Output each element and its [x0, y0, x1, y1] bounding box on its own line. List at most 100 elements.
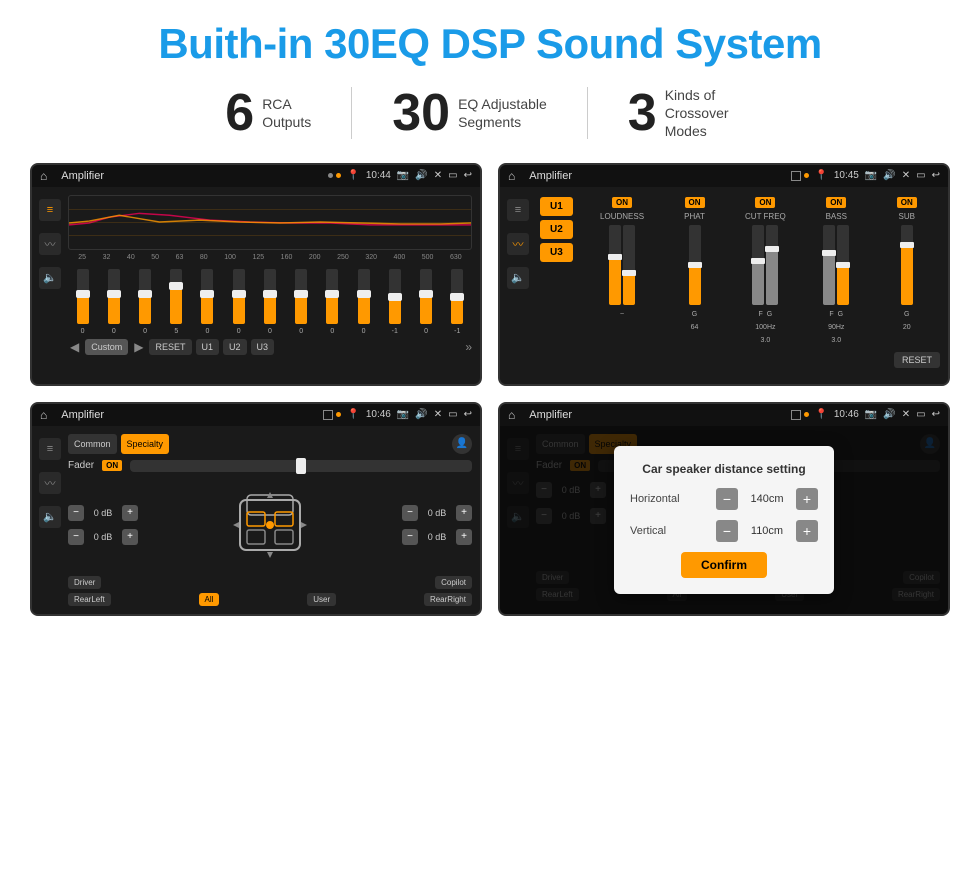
slider-handle-13[interactable] [450, 293, 464, 301]
eq-custom-btn[interactable]: Custom [85, 339, 128, 355]
speaker-icon[interactable]: 🔈 [39, 267, 61, 289]
bass-slider2[interactable] [837, 225, 849, 305]
eq-icon[interactable]: ≡ [39, 199, 61, 221]
slider-handle-12[interactable] [419, 290, 433, 298]
fader-handle[interactable] [296, 458, 306, 474]
loudness-handle1[interactable] [608, 254, 622, 260]
slider-handle-11[interactable] [388, 293, 402, 301]
eq-prev-arrow[interactable]: ◀ [68, 340, 81, 354]
all-btn[interactable]: All [199, 593, 220, 606]
horizontal-minus-btn[interactable]: − [716, 488, 738, 510]
bass-handle2[interactable] [836, 262, 850, 268]
crossover-reset-btn[interactable]: RESET [894, 352, 940, 368]
rearleft-btn[interactable]: RearLeft [68, 593, 111, 606]
slider-track-12[interactable] [420, 269, 432, 324]
cutfreq-slider1[interactable] [752, 225, 764, 305]
slider-val-11: -1 [392, 328, 398, 335]
phat-slider[interactable] [689, 225, 701, 305]
vol-fr-minus[interactable]: − [402, 505, 418, 521]
eq-reset-btn[interactable]: RESET [149, 339, 191, 355]
slider-track-7[interactable] [264, 269, 276, 324]
sub-slider[interactable] [901, 225, 913, 305]
slider-handle-6[interactable] [232, 290, 246, 298]
sub-handle[interactable] [900, 242, 914, 248]
freq-80: 80 [200, 254, 208, 261]
wave-icon-3[interactable]: 〰 [39, 472, 61, 494]
wave-icon[interactable]: 〰 [39, 233, 61, 255]
fader-slider[interactable] [130, 460, 472, 472]
loudness-handle2[interactable] [622, 270, 636, 276]
stat-number-rca: 6 [225, 87, 254, 139]
vertical-plus-btn[interactable]: + [796, 520, 818, 542]
cutfreq-slider2[interactable] [766, 225, 778, 305]
slider-handle-9[interactable] [325, 290, 339, 298]
vol-fl-plus[interactable]: + [122, 505, 138, 521]
slider-handle-3[interactable] [138, 290, 152, 298]
slider-track-3[interactable] [139, 269, 151, 324]
speaker-icon-3[interactable]: 🔈 [39, 506, 61, 528]
slider-handle-10[interactable] [357, 290, 371, 298]
vol-fl-minus[interactable]: − [68, 505, 84, 521]
eq-u1-btn[interactable]: U1 [196, 339, 220, 355]
confirm-button[interactable]: Confirm [681, 552, 767, 578]
minimize-icon: ▭ [448, 170, 457, 181]
vol-fr-plus[interactable]: + [456, 505, 472, 521]
eq-icon-2[interactable]: ≡ [507, 199, 529, 221]
eq-play-btn[interactable]: ▶ [132, 340, 145, 354]
eq-u2-btn[interactable]: U2 [223, 339, 247, 355]
slider-track-2[interactable] [108, 269, 120, 324]
slider-track-9[interactable] [326, 269, 338, 324]
slider-track-5[interactable] [201, 269, 213, 324]
phat-handle[interactable] [688, 262, 702, 268]
vol-rr-plus[interactable]: + [456, 529, 472, 545]
driver-btn[interactable]: Driver [68, 576, 101, 589]
slider-track-6[interactable] [233, 269, 245, 324]
u1-btn[interactable]: U1 [540, 197, 573, 216]
cutfreq-handle1[interactable] [751, 258, 765, 264]
rearright-btn[interactable]: RearRight [424, 593, 472, 606]
user-btn[interactable]: User [307, 593, 336, 606]
vertical-minus-btn[interactable]: − [716, 520, 738, 542]
horizontal-plus-btn[interactable]: + [796, 488, 818, 510]
slider-track-4[interactable] [170, 269, 182, 324]
slider-handle-4[interactable] [169, 282, 183, 290]
bass-fill2 [837, 265, 849, 305]
loudness-sliders [609, 225, 635, 305]
slider-handle-8[interactable] [294, 290, 308, 298]
cutfreq-handle2[interactable] [765, 246, 779, 252]
slider-handle-2[interactable] [107, 290, 121, 298]
copilot-btn[interactable]: Copilot [435, 576, 472, 589]
vol-rl-plus[interactable]: + [122, 529, 138, 545]
slider-track-13[interactable] [451, 269, 463, 324]
vol-row-rl: − 0 dB + [68, 529, 138, 545]
bass-handle1[interactable] [822, 250, 836, 256]
vol-rl-minus[interactable]: − [68, 529, 84, 545]
tab-common[interactable]: Common [68, 434, 117, 454]
slider-track-10[interactable] [358, 269, 370, 324]
slider-track-8[interactable] [295, 269, 307, 324]
ch-loudness: ON LOUDNESS [600, 197, 644, 344]
slider-handle-1[interactable] [76, 290, 90, 298]
slider-handle-7[interactable] [263, 290, 277, 298]
vol-rr-minus[interactable]: − [402, 529, 418, 545]
u2-btn[interactable]: U2 [540, 220, 573, 239]
slider-handle-5[interactable] [200, 290, 214, 298]
speaker-icon-2[interactable]: 🔈 [507, 267, 529, 289]
eq-icon-3[interactable]: ≡ [39, 438, 61, 460]
loudness-slider1[interactable] [609, 225, 621, 305]
slider-track-11[interactable] [389, 269, 401, 324]
wave-icon-2[interactable]: 〰 [507, 233, 529, 255]
dialog-label-horizontal: Horizontal [630, 493, 700, 505]
tab-specialty[interactable]: Specialty [121, 434, 170, 454]
sq-icon [791, 171, 801, 181]
car-svg [225, 480, 315, 570]
bass-g: G [838, 311, 843, 318]
screen2-container: ⌂ Amplifier 📍 10:45 📷 🔊 ✕ ▭ ↩ ≡ 〰 🔈 [498, 163, 950, 386]
loudness-slider2[interactable] [623, 225, 635, 305]
bass-slider1[interactable] [823, 225, 835, 305]
eq-u3-btn[interactable]: U3 [251, 339, 275, 355]
screen4-time: 10:46 [834, 409, 859, 420]
screen3-status-icons [323, 410, 341, 420]
slider-track-1[interactable] [77, 269, 89, 324]
u3-btn[interactable]: U3 [540, 243, 573, 262]
